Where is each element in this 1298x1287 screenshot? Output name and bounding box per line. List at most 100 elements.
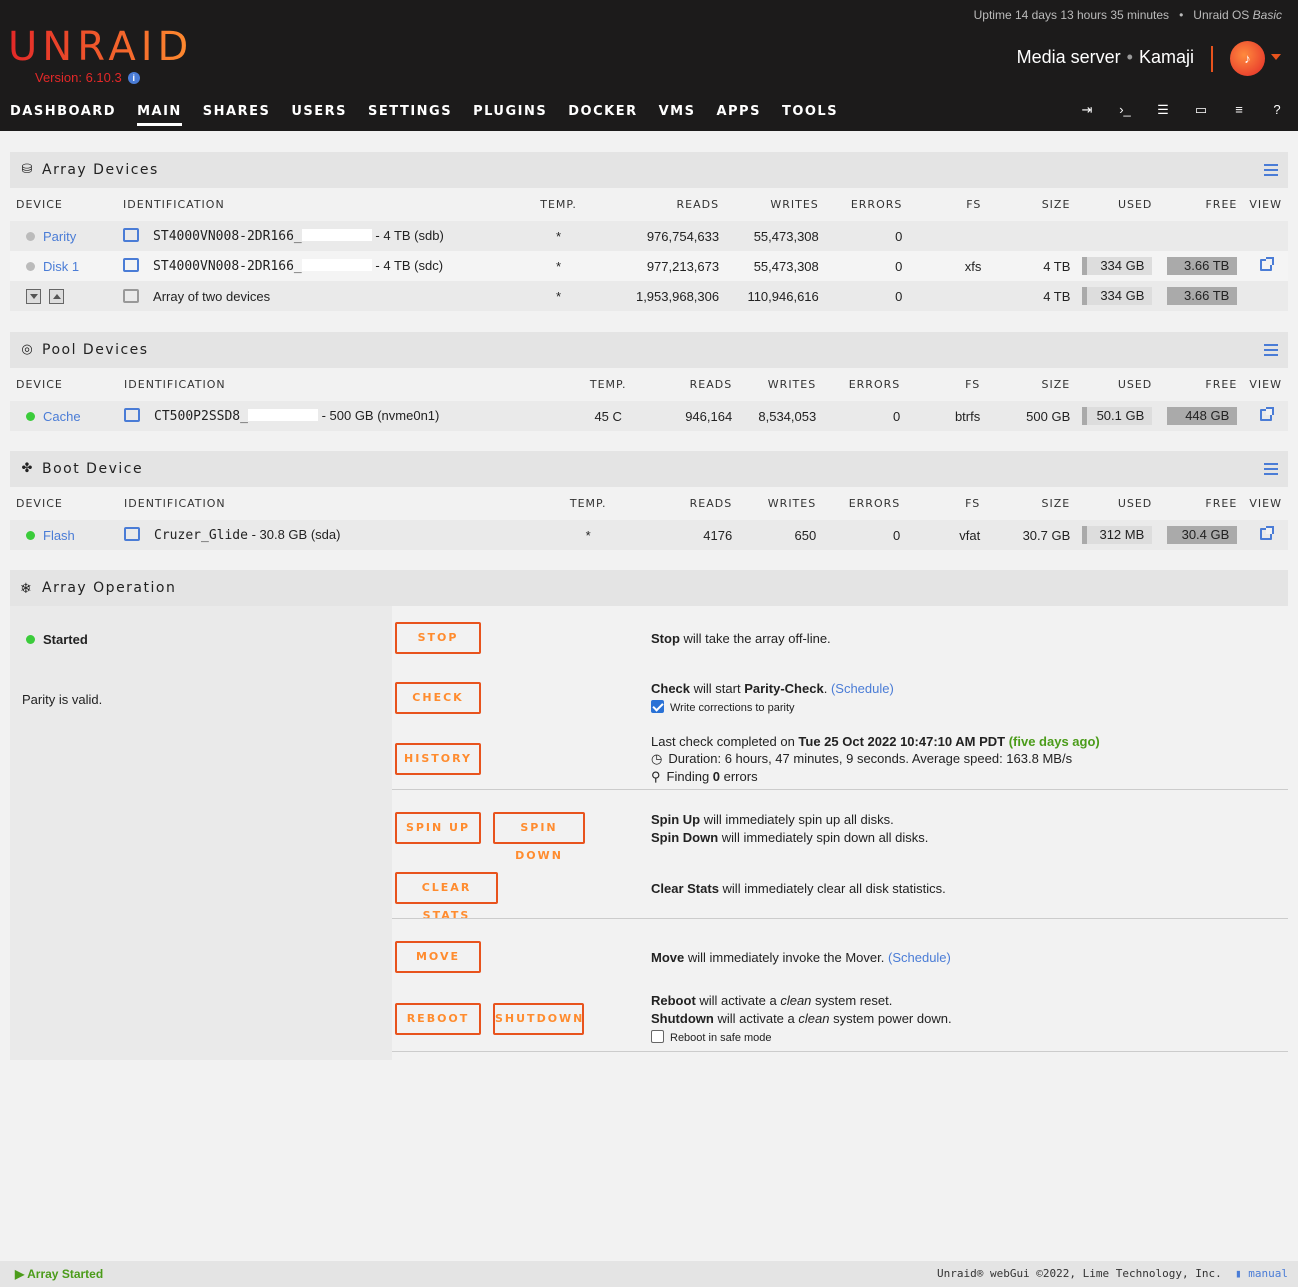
cell-view bbox=[1243, 401, 1288, 431]
cell-writes: 8,534,053 bbox=[738, 401, 823, 431]
database-icon: ⛁ bbox=[21, 161, 33, 176]
tab-tools[interactable]: TOOLS bbox=[782, 104, 838, 126]
cell-errors: 0 bbox=[824, 251, 909, 281]
check-button[interactable]: CHECK bbox=[395, 682, 481, 714]
schedule-link[interactable]: (Schedule) bbox=[831, 681, 894, 696]
cell-errors: 0 bbox=[824, 281, 909, 311]
status-dot bbox=[26, 231, 35, 241]
server-info: Media server • Kamaji bbox=[1016, 47, 1194, 67]
device-link[interactable]: Flash bbox=[43, 528, 75, 543]
spin-up-button[interactable]: SPIN UP bbox=[395, 812, 481, 844]
spindown-desc: Spin Down will immediately spin down all… bbox=[651, 830, 929, 845]
panel-title: Boot Device bbox=[42, 461, 144, 477]
cell-identification: Array of two devices bbox=[117, 281, 532, 311]
history-button[interactable]: HISTORY bbox=[395, 743, 481, 775]
reboot-button[interactable]: REBOOT bbox=[395, 1003, 481, 1035]
terminal-icon[interactable]: ›_ bbox=[1118, 103, 1132, 117]
external-link-icon[interactable] bbox=[1259, 406, 1274, 421]
external-link-icon[interactable] bbox=[1259, 525, 1274, 540]
nav-icons: ⇥ ›_ ☰ ▭ ≡ ? bbox=[1080, 103, 1284, 117]
os-edition: Basic bbox=[1252, 8, 1282, 22]
list-menu-icon[interactable] bbox=[1264, 463, 1278, 475]
collapse-button[interactable] bbox=[26, 288, 41, 304]
tab-dashboard[interactable]: DASHBOARD bbox=[10, 104, 116, 126]
cell-device: Disk 1 bbox=[10, 251, 118, 281]
spin-down-button[interactable]: SPIN DOWN bbox=[493, 812, 585, 862]
status-dot bbox=[26, 411, 35, 421]
tab-vms[interactable]: VMS bbox=[659, 104, 696, 126]
cell-used: 312 MB bbox=[1076, 520, 1159, 550]
tab-users[interactable]: USERS bbox=[291, 104, 347, 126]
clear-stats-button[interactable]: CLEAR STATS bbox=[395, 872, 498, 922]
cell-device: Cache bbox=[10, 401, 119, 431]
tab-shares[interactable]: SHARES bbox=[203, 104, 271, 126]
boot-device-panel: ✤ Boot Device DEVICE IDENTIFICATION TEMP. R… bbox=[10, 451, 1288, 550]
column-size: SIZE bbox=[986, 487, 1077, 520]
cell-writes: 110,946,616 bbox=[725, 281, 825, 311]
column-used: USED bbox=[1076, 368, 1159, 401]
version-text: Version: 6.10.3 bbox=[35, 70, 122, 85]
unraid-logo[interactable]: UNRAID bbox=[8, 24, 193, 70]
tab-apps[interactable]: APPS bbox=[716, 104, 760, 126]
tab-plugins[interactable]: PLUGINS bbox=[473, 104, 547, 126]
column-device: DEVICE bbox=[10, 188, 118, 221]
cell-writes: 55,473,308 bbox=[725, 221, 825, 251]
column-free: FREE bbox=[1158, 368, 1244, 401]
external-link-icon[interactable] bbox=[1259, 256, 1274, 271]
boot-device-header: ✤ Boot Device bbox=[10, 451, 1288, 487]
device-link[interactable]: Disk 1 bbox=[43, 259, 79, 274]
manual-link[interactable]: manual bbox=[1248, 1267, 1288, 1280]
disk-icon bbox=[124, 408, 141, 422]
device-size: - 4 TB (sdc) bbox=[375, 258, 444, 273]
write-corrections-checkbox[interactable] bbox=[651, 700, 664, 713]
cell-used: 334 GB bbox=[1076, 281, 1159, 311]
device-link[interactable]: Parity bbox=[43, 229, 76, 244]
user-avatar[interactable]: ♪ bbox=[1230, 41, 1265, 76]
disk-icon bbox=[124, 527, 141, 541]
chevron-down-icon[interactable] bbox=[1271, 54, 1281, 60]
device-size: - 500 GB (nvme0n1) bbox=[321, 408, 440, 423]
cell-size bbox=[987, 221, 1077, 251]
cell-free bbox=[1158, 221, 1244, 251]
cell-reads: 946,164 bbox=[638, 401, 739, 431]
search-icon: ⚲ bbox=[651, 769, 661, 784]
info-screen-icon[interactable]: ▭ bbox=[1194, 103, 1208, 117]
cell-temp: * bbox=[531, 281, 586, 311]
column-reads: READS bbox=[585, 188, 726, 221]
tab-main[interactable]: MAIN bbox=[137, 104, 182, 126]
device-identifier: Cruzer_Glide bbox=[154, 528, 248, 543]
expand-button[interactable] bbox=[49, 288, 64, 304]
column-reads: READS bbox=[618, 487, 739, 520]
device-identifier: ST4000VN008-2DR166_ bbox=[153, 229, 302, 244]
stop-button[interactable]: STOP bbox=[395, 622, 481, 654]
list-menu-icon[interactable] bbox=[1264, 164, 1278, 176]
paw-icon: ✤ bbox=[21, 460, 33, 475]
panel-title: Pool Devices bbox=[42, 342, 149, 358]
tab-settings[interactable]: SETTINGS bbox=[368, 104, 452, 126]
move-button[interactable]: MOVE bbox=[395, 941, 481, 973]
device-link[interactable]: Cache bbox=[43, 409, 81, 424]
logout-icon[interactable]: ⇥ bbox=[1080, 103, 1094, 117]
column-temp: TEMP. bbox=[558, 487, 619, 520]
column-errors: ERRORS bbox=[824, 188, 909, 221]
feedback-icon[interactable]: ☰ bbox=[1156, 103, 1170, 117]
panel-title: Array Operation bbox=[42, 580, 177, 596]
safe-mode-checkbox[interactable] bbox=[651, 1030, 664, 1043]
cell-fs bbox=[908, 281, 988, 311]
play-icon: ▶ bbox=[15, 1267, 25, 1281]
used-bar: 334 GB bbox=[1082, 257, 1153, 275]
help-icon[interactable]: ? bbox=[1270, 103, 1284, 117]
schedule-link[interactable]: (Schedule) bbox=[888, 950, 951, 965]
used-bar: 312 MB bbox=[1082, 526, 1153, 544]
column-view: VIEW bbox=[1243, 188, 1288, 221]
log-icon[interactable]: ≡ bbox=[1232, 103, 1246, 117]
column-free: FREE bbox=[1158, 188, 1244, 221]
free-bar: 30.4 GB bbox=[1167, 526, 1238, 544]
list-menu-icon[interactable] bbox=[1264, 344, 1278, 356]
table-row: Cache CT500P2SSD8_ - 500 GB (nvme0n1) 45 C… bbox=[10, 401, 1288, 431]
tab-docker[interactable]: DOCKER bbox=[568, 104, 637, 126]
shutdown-button[interactable]: SHUTDOWN bbox=[493, 1003, 584, 1035]
info-icon[interactable]: i bbox=[127, 72, 140, 84]
cell-fs: btrfs bbox=[906, 401, 987, 431]
footer: ▶ Array Started Unraid® webGui ©2022, Li… bbox=[0, 1261, 1298, 1287]
